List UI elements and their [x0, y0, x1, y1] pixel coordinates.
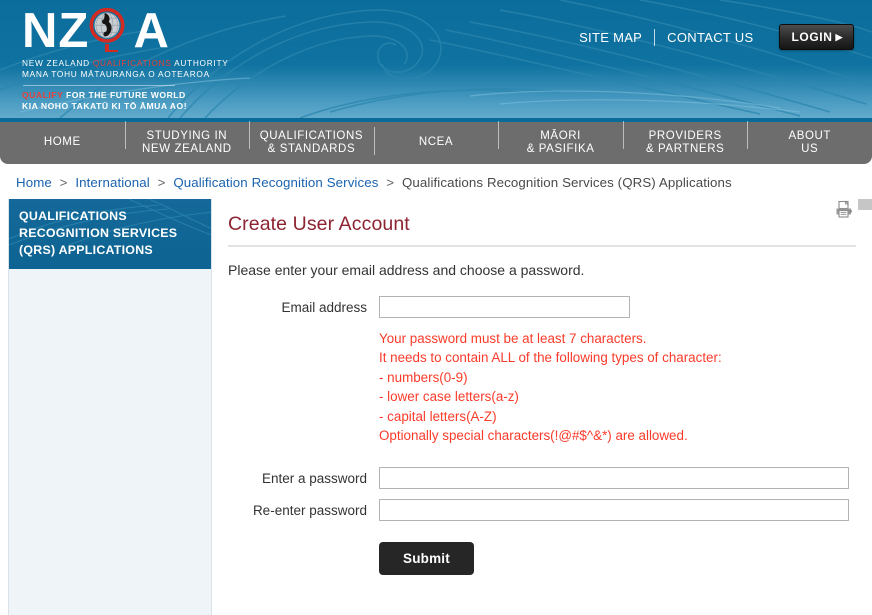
email-row: Email address [228, 296, 856, 318]
nav-item-qualifications-line2: & STANDARDS [267, 143, 356, 155]
logo-tagline-maori: KIA NOHO TAKATŪ KI TŌ ĀMUA AO! [22, 101, 188, 111]
sidebar-heading: QUALIFICATIONS RECOGNITION SERVICES (QRS… [9, 199, 211, 269]
arrow-right-icon: ▶ [835, 31, 843, 42]
main-content: Create User Account Please enter your em… [212, 199, 872, 576]
password-label: Enter a password [261, 470, 367, 486]
logo-sub-a: NEW ZEALAND [22, 58, 93, 68]
logo-letters-nz: NZ [22, 4, 90, 58]
page-title: Create User Account [228, 213, 410, 235]
password-rule-5: - capital letters(A-Z) [379, 408, 497, 424]
breadcrumb: Home > International > Qualification Rec… [0, 164, 872, 199]
utility-nav: SITE MAP CONTACT US LOGIN ▶ [567, 24, 854, 50]
logo-tagline-qualify: QUALIFY [22, 90, 64, 100]
email-label: Email address [281, 299, 367, 315]
breadcrumb-separator-1: > [59, 175, 68, 190]
nav-item-about-line2: US [801, 143, 819, 155]
password-rule-3: - numbers(0-9) [379, 369, 468, 385]
nav-item-ncea-line1: NCEA [418, 136, 454, 149]
printer-icon[interactable] [834, 200, 854, 220]
nzqa-logo[interactable]: NZQA NEW ZEALAND QUALIFICATIONS AUTHORIT… [22, 6, 228, 112]
confirm-password-input[interactable] [379, 499, 849, 522]
nzqa-logo-mark: NZQA [22, 6, 182, 56]
sidebar-heading-text: QUALIFICATIONS RECOGNITION SERVICES (QRS… [19, 209, 178, 257]
confirm-password-label: Re-enter password [252, 502, 367, 518]
login-button-label: LOGIN [791, 30, 833, 44]
nav-item-qualifications-line1: QUALIFICATIONS [259, 129, 364, 142]
nav-item-qualifications-and-standards[interactable]: QUALIFICATIONS & STANDARDS [249, 120, 374, 157]
page-body: QUALIFICATIONS RECOGNITION SERVICES (QRS… [0, 199, 872, 615]
nav-item-maori-line2: & PASIFIKA [526, 143, 595, 155]
intro-text: Please enter your email address and choo… [228, 262, 585, 278]
nav-item-studying-line2: NEW ZEALAND [142, 143, 232, 155]
login-button[interactable]: LOGIN ▶ [779, 24, 854, 50]
title-divider [228, 245, 856, 247]
nav-item-providers-and-partners[interactable]: PROVIDERS & PARTNERS [622, 120, 748, 157]
password-rule-4: - lower case letters(a-z) [379, 389, 519, 405]
nav-item-studying-in-new-zealand[interactable]: STUDYING IN NEW ZEALAND [124, 120, 250, 157]
nav-item-about-us[interactable]: ABOUT US [747, 120, 872, 157]
nav-item-providers-line2: & PARTNERS [645, 143, 725, 155]
breadcrumb-item-home[interactable]: Home [16, 175, 52, 190]
breadcrumb-separator-3: > [386, 175, 395, 190]
password-rules: Your password must be at least 7 charact… [379, 329, 856, 445]
logo-subtitle-english: NEW ZEALAND QUALIFICATIONS AUTHORITY [22, 58, 228, 69]
sidebar-body [9, 269, 211, 609]
breadcrumb-item-qualification-recognition-services[interactable]: Qualification Recognition Services [173, 175, 378, 190]
logo-sub-b: QUALIFICATIONS [92, 58, 172, 68]
main-navigation: HOME STUDYING IN NEW ZEALAND QUALIFICATI… [0, 120, 872, 164]
email-input[interactable] [379, 296, 630, 318]
sidebar: QUALIFICATIONS RECOGNITION SERVICES (QRS… [8, 199, 212, 615]
nav-item-about-line1: ABOUT [788, 129, 832, 142]
nav-item-maori-and-pasifika[interactable]: MĀORI & PASIFIKA [498, 120, 623, 157]
nav-item-home-line1: HOME [43, 136, 81, 149]
logo-tagline-rest: FOR THE FUTURE WORLD [63, 90, 186, 100]
password-rule-1: Your password must be at least 7 charact… [379, 331, 647, 346]
breadcrumb-separator-2: > [157, 175, 166, 190]
nav-item-maori-line1: MĀORI [540, 129, 581, 142]
site-map-link[interactable]: SITE MAP [567, 30, 654, 45]
nz-globe-icon [89, 8, 125, 52]
nav-item-ncea[interactable]: NCEA [373, 127, 499, 155]
password-rule-2: It needs to contain ALL of the following… [379, 350, 722, 366]
site-header: NZQA NEW ZEALAND QUALIFICATIONS AUTHORIT… [0, 0, 872, 118]
nav-item-providers-line1: PROVIDERS [648, 129, 722, 142]
logo-sub-c: AUTHORITY [171, 58, 229, 68]
confirm-password-row: Re-enter password [228, 499, 856, 522]
logo-divider [23, 85, 175, 86]
submit-button[interactable]: Submit [379, 542, 474, 576]
logo-tagline-english: QUALIFY FOR THE FUTURE WORLD [22, 90, 222, 101]
nav-item-home[interactable]: HOME [0, 136, 125, 150]
password-row: Enter a password [228, 467, 856, 490]
breadcrumb-item-current: Qualifications Recognition Services (QRS… [401, 175, 732, 190]
logo-letter-a: A [133, 4, 170, 58]
scrollbar-thumb[interactable] [858, 199, 872, 210]
contact-us-link[interactable]: CONTACT US [655, 30, 765, 45]
create-account-form: Email address Your password must be at l… [228, 296, 856, 576]
breadcrumb-item-international[interactable]: International [75, 175, 150, 190]
password-rule-6: Optionally special characters(!@#$^&*) a… [379, 428, 688, 444]
nav-item-studying-line1: STUDYING IN [146, 129, 228, 142]
password-input[interactable] [379, 467, 849, 490]
logo-subtitle-maori: MANA TOHU MĀTAURANGA O AOTEAROA [22, 69, 210, 79]
submit-row: Submit [228, 542, 856, 576]
